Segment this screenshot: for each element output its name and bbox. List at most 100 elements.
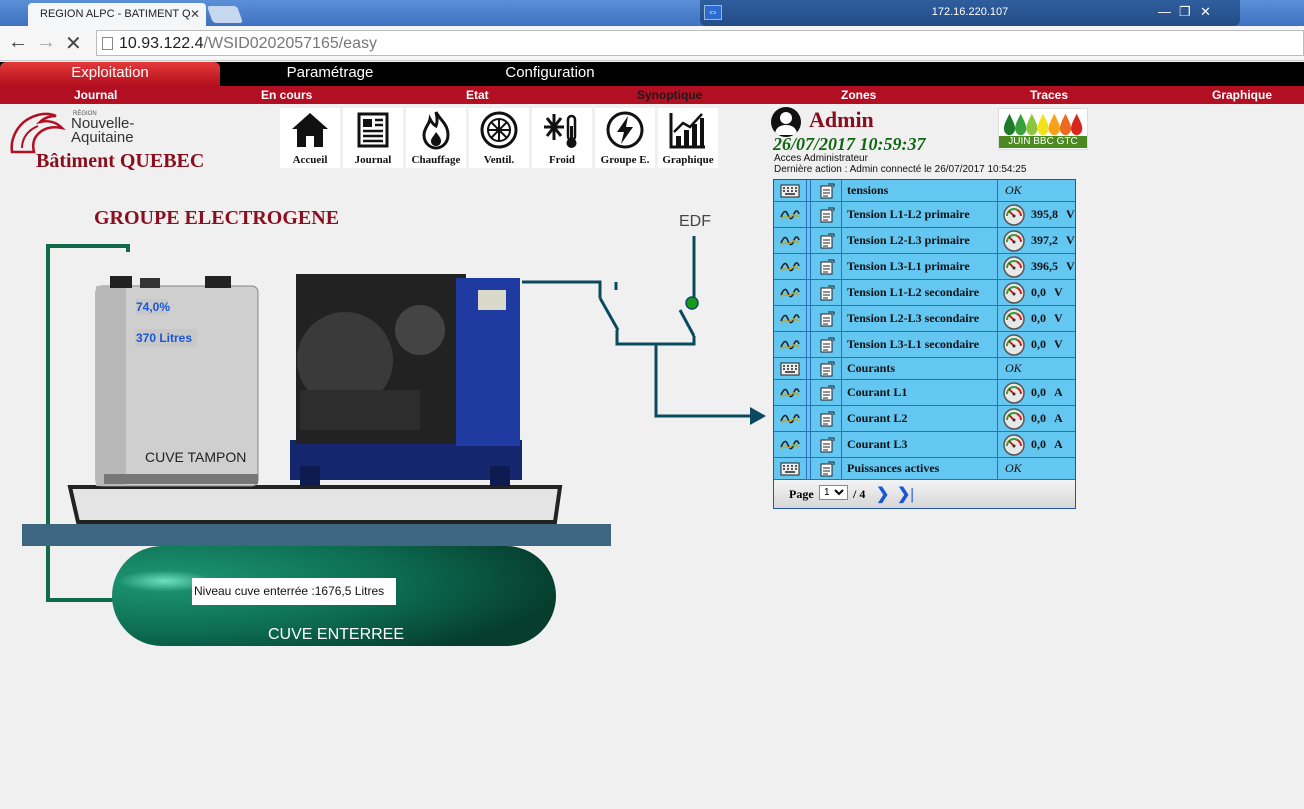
row-label: Puissances actives	[847, 461, 940, 475]
restore-icon[interactable]: ❐	[1179, 0, 1191, 24]
keyboard-icon	[780, 184, 800, 198]
row-value-cell: 0,0 A	[997, 406, 1077, 431]
submenu-en-cours[interactable]: En cours	[261, 87, 312, 103]
table-row[interactable]: Tension L3-L1 primaire 396,5 V	[774, 254, 1075, 280]
gauge-icon	[1003, 229, 1025, 252]
fuel-pipe	[46, 244, 130, 602]
submenu-traces[interactable]: Traces	[1030, 87, 1068, 103]
edit-note-icon[interactable]	[819, 411, 835, 427]
row-label: Tension L2-L3 primaire	[847, 233, 970, 247]
edit-note-icon[interactable]	[819, 311, 835, 327]
newspaper-icon	[357, 112, 389, 148]
flame-icon	[422, 111, 450, 150]
edit-note-icon[interactable]	[819, 285, 835, 301]
last-action: Dernière action : Admin connecté le 26/0…	[774, 164, 1027, 175]
table-row[interactable]: Tension L2-L3 primaire 397,2 V	[774, 228, 1075, 254]
toolbar-accueil[interactable]: Accueil	[280, 108, 340, 168]
edit-note-icon[interactable]	[819, 385, 835, 401]
close-icon[interactable]: ✕	[1200, 0, 1211, 24]
edit-note-icon[interactable]	[819, 461, 835, 477]
toolbar-froid[interactable]: Froid	[532, 108, 592, 168]
toolbar-graphique-label: Graphique	[662, 154, 714, 166]
row-type-cell	[774, 228, 807, 253]
waveform-icon	[780, 386, 800, 400]
forward-icon[interactable]: →	[36, 31, 56, 54]
output-line	[654, 344, 752, 418]
home-icon	[292, 113, 328, 147]
back-icon[interactable]: ←	[8, 31, 28, 54]
submenu-journal[interactable]: Journal	[74, 87, 117, 103]
table-row[interactable]: Courant L1 0,0 A	[774, 380, 1075, 406]
table-row[interactable]: Courant L2 0,0 A	[774, 406, 1075, 432]
row-type-cell	[774, 202, 807, 227]
gauge-icon	[1003, 307, 1025, 330]
stop-icon[interactable]: ✕	[65, 31, 82, 56]
row-action-cell	[810, 280, 842, 305]
row-action-cell	[810, 406, 842, 431]
menu-parametrage[interactable]: Paramétrage	[232, 62, 428, 86]
buffer-tank-percent: 74,0%	[136, 299, 171, 315]
menu-configuration[interactable]: Configuration	[455, 62, 645, 86]
edit-note-icon[interactable]	[819, 259, 835, 275]
pin-icon[interactable]: ⇔	[704, 5, 722, 20]
address-bar: ← → ✕ 10.93.122.4/WSID0202057165/easy	[0, 26, 1304, 61]
submenu-etat[interactable]: Etat	[466, 87, 489, 103]
toolbar-journal[interactable]: Journal	[343, 108, 403, 168]
toolbar-groupe-e[interactable]: Groupe E.	[595, 108, 655, 168]
table-row[interactable]: Tension L1-L2 secondaire 0,0 V	[774, 280, 1075, 306]
waveform-icon	[780, 412, 800, 426]
table-row[interactable]: Tension L1-L2 primaire 395,8 V	[774, 202, 1075, 228]
next-page-icon[interactable]: ❯	[876, 484, 889, 504]
table-group-row[interactable]: Courants OK	[774, 358, 1075, 380]
waveform-icon	[780, 438, 800, 452]
access-level: Acces Administrateur	[774, 153, 868, 164]
browser-tab[interactable]: REGION ALPC - BATIMENT Q ✕	[28, 3, 206, 26]
table-group-row[interactable]: Puissances actives OK	[774, 458, 1075, 480]
minimize-icon[interactable]: —	[1158, 0, 1171, 24]
edit-note-icon[interactable]	[819, 207, 835, 223]
row-label: Tension L1-L2 secondaire	[847, 285, 980, 299]
submenu-zones[interactable]: Zones	[841, 87, 876, 103]
last-page-icon[interactable]: ❯|	[897, 484, 914, 504]
user-avatar-icon[interactable]	[771, 107, 801, 137]
waveform-icon	[780, 312, 800, 326]
edit-note-icon[interactable]	[819, 233, 835, 249]
table-row[interactable]: Tension L3-L1 secondaire 0,0 V	[774, 332, 1075, 358]
new-tab-button[interactable]	[206, 6, 244, 23]
edit-note-icon[interactable]	[819, 437, 835, 453]
toolbar-graphique[interactable]: Graphique	[658, 108, 718, 168]
close-tab-icon[interactable]: ✕	[190, 7, 200, 21]
toolbar-journal-label: Journal	[354, 154, 392, 166]
row-type-cell	[774, 280, 807, 305]
table-row[interactable]: Courant L3 0,0 A	[774, 432, 1075, 458]
row-action-cell	[810, 432, 842, 457]
menu-exploitation[interactable]: Exploitation	[0, 62, 220, 86]
row-label: tensions	[847, 183, 889, 197]
url-input[interactable]: 10.93.122.4/WSID0202057165/easy	[96, 30, 1304, 56]
submenu-graphique[interactable]: Graphique	[1212, 87, 1272, 103]
row-value-cell: 0,0 V	[997, 280, 1077, 305]
table-group-row[interactable]: tensions OK	[774, 180, 1075, 202]
gauge-icon	[1003, 255, 1025, 278]
table-row[interactable]: Tension L2-L3 secondaire 0,0 V	[774, 306, 1075, 332]
row-value: 396,5	[1031, 259, 1058, 273]
keyboard-icon	[780, 362, 800, 376]
edit-note-icon[interactable]	[819, 183, 835, 199]
waveform-icon	[780, 286, 800, 300]
browser-titlebar: REGION ALPC - BATIMENT Q ✕ ⇔ 172.16.220.…	[0, 0, 1304, 26]
row-value: 0,0	[1031, 337, 1046, 351]
row-value-cell: 395,8 V	[997, 202, 1077, 227]
row-unit: A	[1054, 411, 1063, 425]
row-unit: A	[1054, 437, 1063, 451]
toolbar-chauffage[interactable]: Chauffage	[406, 108, 466, 168]
gauge-icon	[1003, 333, 1025, 356]
toolbar-groupe-e-label: Groupe E.	[600, 154, 650, 166]
edit-note-icon[interactable]	[819, 337, 835, 353]
table-pager: Page 1 / 4 ❯ ❯|	[774, 480, 1075, 508]
energy-badge: JUIN BBC GTC	[998, 108, 1088, 150]
page-select[interactable]: 1	[819, 485, 848, 500]
url-host: 10.93.122.4	[119, 35, 204, 52]
edit-note-icon[interactable]	[819, 361, 835, 377]
toolbar-ventil[interactable]: Ventil.	[469, 108, 529, 168]
submenu-synoptique[interactable]: Synoptique	[637, 87, 702, 103]
